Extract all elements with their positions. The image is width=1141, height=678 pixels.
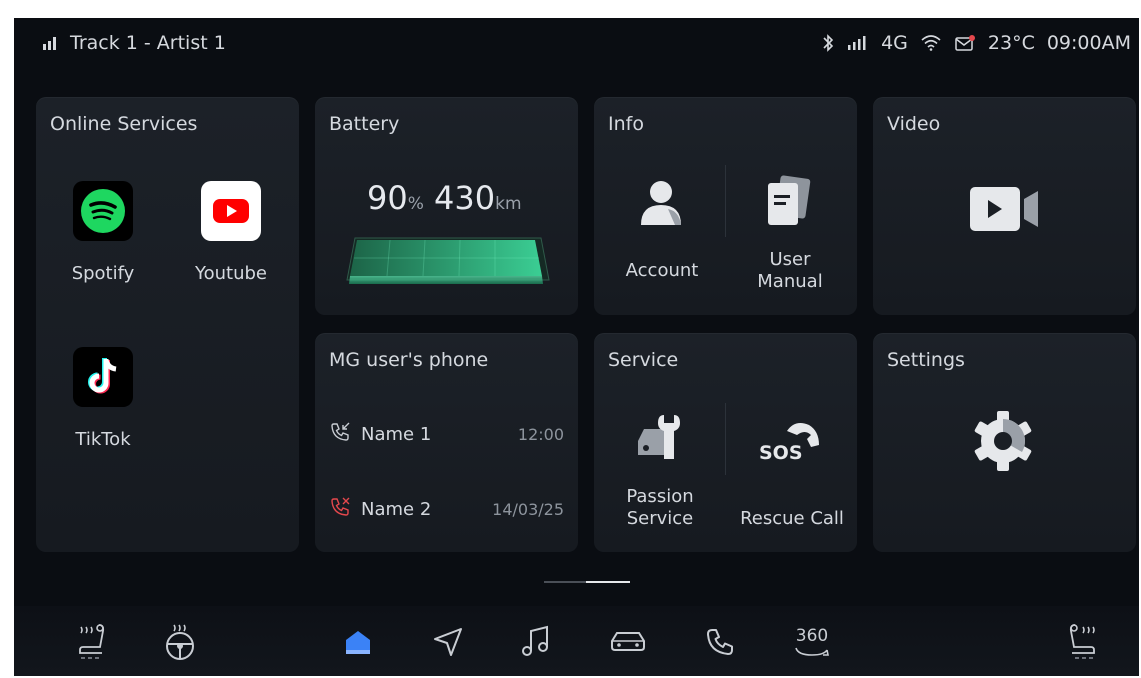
steering-heat-button[interactable] <box>158 620 202 664</box>
info-card: Info Account User Manual <box>594 97 857 315</box>
app-label: Youtube <box>195 263 267 284</box>
home-button[interactable] <box>336 620 380 664</box>
video-card[interactable]: Video <box>873 97 1136 315</box>
card-title: Service <box>608 349 679 371</box>
user-manual-label-line1: User <box>769 249 811 270</box>
passion-service-label-line1: Passion <box>626 486 694 507</box>
rescue-call-button[interactable]: Rescue Call <box>732 508 852 529</box>
online-services-card: Online Services Spotify Youtube TikTok <box>36 97 299 552</box>
steering-wheel-heat-icon <box>162 623 198 661</box>
service-card: Service Passion Service SOS Rescue Call <box>594 333 857 552</box>
user-manual-icon <box>764 175 812 231</box>
seat-heat-icon <box>1065 623 1099 661</box>
signal-bars-icon <box>42 35 64 51</box>
bottom-dock: 360 <box>14 606 1139 676</box>
home-icon <box>342 626 374 658</box>
app-tiktok[interactable]: TikTok <box>58 347 148 450</box>
now-playing-text: Track 1 - Artist 1 <box>70 32 226 54</box>
music-note-icon <box>521 625 551 659</box>
video-camera-icon <box>968 185 1040 237</box>
car-wrench-icon <box>634 411 690 467</box>
caller-name: Name 1 <box>361 423 432 445</box>
user-manual-label-line2: Manual <box>757 271 823 292</box>
battery-card[interactable]: Battery 90% 430km <box>315 97 578 315</box>
card-title: Settings <box>887 349 965 371</box>
divider <box>725 165 726 237</box>
infotainment-screen: Track 1 - Artist 1 4G 23°C 09:00AM Onlin… <box>14 18 1139 676</box>
spotify-icon <box>73 181 133 241</box>
page-dot-active[interactable] <box>586 581 630 583</box>
account-label: Account <box>625 260 699 281</box>
account-button[interactable]: Account <box>612 260 712 281</box>
user-manual-button[interactable]: User Manual <box>740 249 840 293</box>
camera-360-icon <box>792 646 832 658</box>
card-title: Online Services <box>50 113 198 135</box>
app-label: Spotify <box>71 263 135 284</box>
vehicle-button[interactable] <box>606 620 650 664</box>
navigation-button[interactable] <box>426 620 470 664</box>
battery-range: 430 <box>434 179 496 217</box>
bluetooth-icon <box>821 33 835 53</box>
gear-icon <box>971 409 1035 477</box>
incoming-call-icon <box>329 421 351 448</box>
cell-signal-icon <box>847 35 869 51</box>
seat-heat-icon <box>75 623 109 661</box>
car-icon <box>608 627 648 657</box>
missed-call-icon <box>329 496 351 523</box>
battery-percent: 90 <box>367 179 408 217</box>
phone-button[interactable] <box>698 620 742 664</box>
camera-360-label: 360 <box>795 626 829 646</box>
seat-heat-left-button[interactable] <box>70 620 114 664</box>
settings-card[interactable]: Settings <box>873 333 1136 552</box>
card-title: Battery <box>329 113 400 135</box>
wifi-icon <box>920 35 942 51</box>
page-indicator[interactable] <box>544 581 630 584</box>
battery-pack-graphic <box>345 232 551 296</box>
status-bar: Track 1 - Artist 1 4G 23°C 09:00AM <box>14 18 1139 76</box>
battery-percent-unit: % <box>407 194 424 214</box>
call-time: 12:00 <box>517 424 564 444</box>
music-button[interactable] <box>514 620 558 664</box>
passion-service-label-line2: Service <box>626 508 694 529</box>
app-youtube[interactable]: Youtube <box>186 181 276 284</box>
temperature: 23°C <box>987 32 1035 54</box>
navigation-arrow-icon <box>431 625 465 659</box>
card-title: Video <box>887 113 941 135</box>
phone-card: MG user's phone Name 1 12:00 Name 2 14/0… <box>315 333 578 552</box>
account-icon <box>638 179 684 231</box>
youtube-icon <box>201 181 261 241</box>
divider <box>725 403 726 475</box>
call-row[interactable]: Name 1 12:00 <box>329 421 564 447</box>
status-indicators: 4G 23°C 09:00AM <box>821 32 1131 54</box>
camera-360-button[interactable]: 360 <box>790 620 834 664</box>
network-type: 4G <box>881 32 908 54</box>
card-title: MG user's phone <box>329 349 489 371</box>
passion-service-button[interactable]: Passion Service <box>610 486 710 530</box>
page-dot[interactable] <box>544 581 586 583</box>
card-title: Info <box>608 113 644 135</box>
message-icon <box>954 34 976 52</box>
app-spotify[interactable]: Spotify <box>58 181 148 284</box>
clock: 09:00AM <box>1046 32 1131 54</box>
battery-readout: 90% 430km <box>367 179 522 217</box>
call-row[interactable]: Name 2 14/03/25 <box>329 496 564 522</box>
phone-icon <box>704 626 736 658</box>
caller-name: Name 2 <box>361 498 432 520</box>
app-label: TikTok <box>75 429 131 450</box>
rescue-call-label: Rescue Call <box>740 508 844 529</box>
now-playing[interactable]: Track 1 - Artist 1 <box>42 32 226 54</box>
sos-badge: SOS <box>759 442 803 464</box>
call-time: 14/03/25 <box>492 499 564 519</box>
sos-call-icon: SOS <box>757 417 823 469</box>
seat-heat-right-button[interactable] <box>1060 620 1104 664</box>
battery-range-unit: km <box>495 194 522 214</box>
tiktok-icon <box>73 347 133 407</box>
